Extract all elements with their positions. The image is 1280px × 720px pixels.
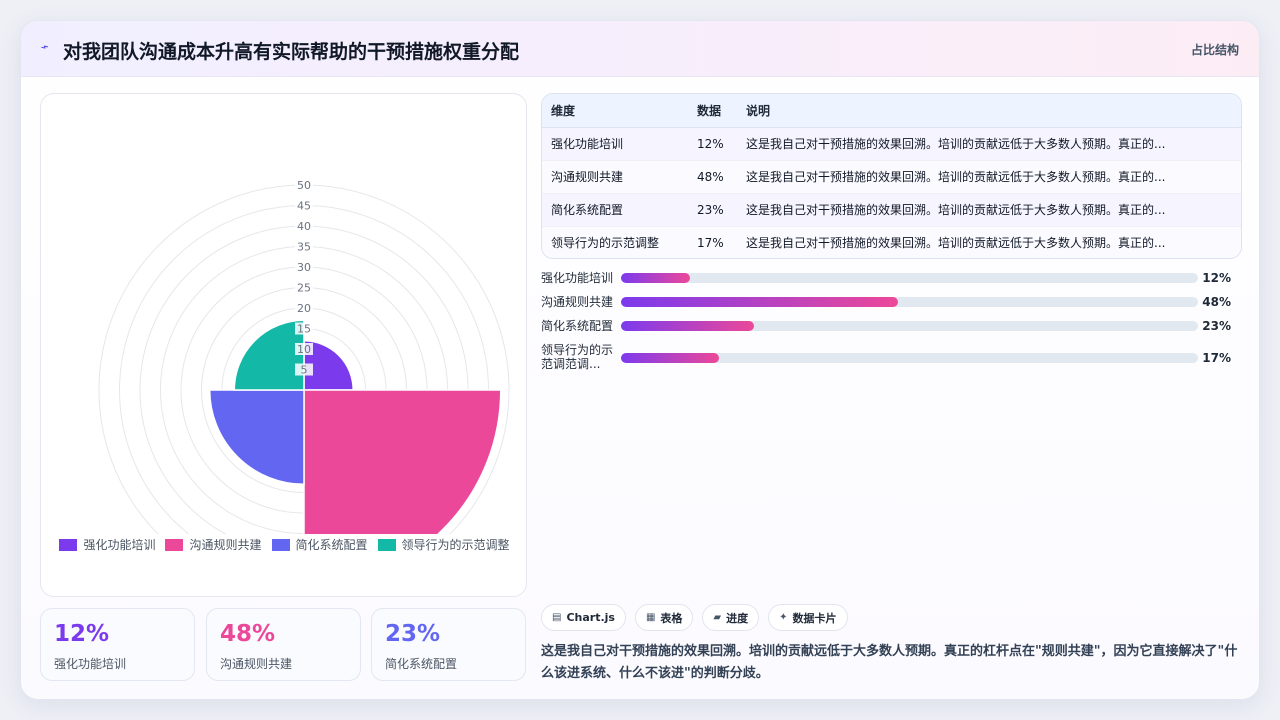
chip-label: 数据卡片 [792, 611, 837, 625]
stat-card-training: 12% 强化功能培训 [40, 608, 195, 681]
table-header-dimension: 维度 [542, 94, 688, 128]
progress-value: 12% [1202, 271, 1231, 285]
chip-data-cards[interactable]: ✦ 数据卡片 [768, 604, 848, 631]
progress-value: 23% [1202, 319, 1231, 333]
data-table: 维度 数据 说明 强化功能培训 12% 这是我自己对干预措施的效果回溯。培训的贡… [541, 93, 1242, 259]
stat-card-rules: 48% 沟通规则共建 [206, 608, 361, 681]
chart-legend: 强化功能培训 沟通规则共建 简化系统配置 领导行为的示范调整 [51, 536, 518, 553]
radial-tick-label: 10 [297, 343, 311, 356]
progress-fill [621, 297, 898, 307]
chip-table[interactable]: ▦ 表格 [634, 604, 694, 631]
chip-label: Chart.js [566, 611, 615, 624]
polar-area-chart: 5 10 15 20 25 30 35 40 45 50 [98, 179, 510, 534]
polar-slice[interactable] [303, 389, 502, 534]
stat-card-config: 23% 简化系统配置 [371, 608, 526, 681]
legend-label: 沟通规则共建 [189, 538, 262, 552]
legend-swatch [271, 538, 290, 551]
legend-swatch [377, 538, 396, 551]
stat-label: 沟通规则共建 [220, 657, 293, 671]
legend-label: 强化功能培训 [83, 538, 156, 552]
progress-fill [621, 273, 691, 283]
table-cell-value: 17% [688, 226, 737, 258]
progress-label: 沟通规则共建 [541, 295, 614, 309]
table-icon: ▦ [645, 612, 656, 623]
chip-chartjs[interactable]: ▤ Chart.js [541, 604, 626, 631]
legend-label: 领导行为的示范调整 [401, 538, 510, 552]
progress-fill [621, 353, 720, 363]
radial-tick-label: 50 [297, 179, 311, 192]
summary-text: 这是我自己对干预措施的效果回溯。培训的贡献远低于大多数人预期。真正的杠杆点在"规… [541, 644, 1238, 681]
progress-value: 48% [1202, 295, 1231, 309]
table-cell-value: 23% [688, 193, 737, 227]
legend-item[interactable]: 沟通规则共建 [165, 536, 262, 553]
legend-item[interactable]: 强化功能培训 [59, 536, 155, 553]
page-title: 对我团队沟通成本升高有实际帮助的干预措施权重分配 [63, 41, 520, 63]
radial-tick-label: 35 [297, 241, 311, 254]
table-header-data: 数据 [688, 94, 737, 128]
chip-label: 进度 [726, 611, 749, 625]
progress-label: 简化系统配置 [541, 319, 614, 333]
chart-icon: ▤ [552, 612, 562, 623]
table-row: 简化系统配置 23% 这是我自己对干预措施的效果回溯。培训的贡献远低于大多数人预… [542, 193, 1241, 227]
table-row: 沟通规则共建 48% 这是我自己对干预措施的效果回溯。培训的贡献远低于大多数人预… [542, 160, 1241, 194]
stat-label: 强化功能培训 [54, 657, 127, 671]
table-cell-name: 简化系统配置 [542, 193, 688, 227]
radial-tick-label: 25 [297, 282, 311, 295]
progress-value: 17% [1202, 351, 1231, 365]
stat-label: 简化系统配置 [385, 657, 458, 671]
polar-slice[interactable] [233, 319, 305, 391]
sparkle-icon: ✦ [779, 612, 788, 623]
legend-item[interactable]: 简化系统配置 [271, 536, 368, 553]
stat-value: 48% [220, 621, 276, 647]
legend-item[interactable]: 领导行为的示范调整 [377, 536, 510, 553]
stat-value: 12% [54, 621, 110, 647]
radial-tick-label: 15 [297, 323, 311, 336]
progress-track [621, 353, 1198, 363]
dashboard-card: ⌁ 对我团队沟通成本升高有实际帮助的干预措施权重分配 占比结构 5 10 15 20 2… [20, 20, 1260, 700]
table-cell-desc: 这是我自己对干预措施的效果回溯。培训的贡献远低于大多数人预期。真正的... [737, 193, 1241, 227]
table-cell-value: 48% [688, 160, 737, 194]
lightning-icon: ⌁ [38, 39, 52, 56]
table-cell-value: 12% [688, 127, 737, 161]
legend-swatch [59, 538, 78, 551]
radial-tick-label: 40 [297, 220, 311, 233]
legend-swatch [165, 538, 184, 551]
header: ⌁ 对我团队沟通成本升高有实际帮助的干预措施权重分配 占比结构 [21, 21, 1259, 77]
progress-icon: ▰ [713, 612, 722, 623]
table-row: 领导行为的示范调整 17% 这是我自己对干预措施的效果回溯。培训的贡献远低于大多… [542, 226, 1241, 258]
radial-tick-label: 30 [297, 261, 311, 274]
table-cell-desc: 这是我自己对干预措施的效果回溯。培训的贡献远低于大多数人预期。真正的... [737, 226, 1241, 258]
progress-label: 强化功能培训 [541, 271, 614, 285]
radial-tick-label: 45 [297, 200, 311, 213]
progress-fill [621, 321, 754, 331]
tech-chips: ▤ Chart.js ▦ 表格 ▰ 进度 ✦ 数据卡片 [541, 604, 848, 631]
polar-chart-panel: 5 10 15 20 25 30 35 40 45 50 强化功能培训 沟通规则共建 简化系统配置 领导… [40, 93, 527, 597]
table-cell-desc: 这是我自己对干预措施的效果回溯。培训的贡献远低于大多数人预期。真正的... [737, 160, 1241, 194]
table-cell-name: 沟通规则共建 [542, 160, 688, 194]
table-header-description: 说明 [737, 94, 1241, 128]
progress-track [621, 273, 1198, 283]
chip-progress[interactable]: ▰ 进度 [702, 604, 760, 631]
table-cell-name: 强化功能培训 [542, 127, 688, 161]
progress-track [621, 321, 1198, 331]
table-row: 强化功能培训 12% 这是我自己对干预措施的效果回溯。培训的贡献远低于大多数人预… [542, 127, 1241, 161]
table-cell-name: 领导行为的示范调整 [542, 226, 688, 258]
radial-tick-label: 20 [297, 302, 311, 315]
radial-tick-label: 5 [301, 364, 308, 377]
table-cell-desc: 这是我自己对干预措施的效果回溯。培训的贡献远低于大多数人预期。真正的... [737, 127, 1241, 161]
progress-track [621, 297, 1198, 307]
table-header-row: 维度 数据 说明 [542, 94, 1241, 128]
stat-value: 23% [385, 621, 441, 647]
polar-slice[interactable] [208, 389, 305, 486]
legend-label: 简化系统配置 [295, 538, 368, 552]
chip-label: 表格 [660, 611, 683, 625]
progress-label: 领导行为的示范调范调... [541, 343, 614, 371]
header-tag: 占比结构 [1190, 43, 1239, 57]
